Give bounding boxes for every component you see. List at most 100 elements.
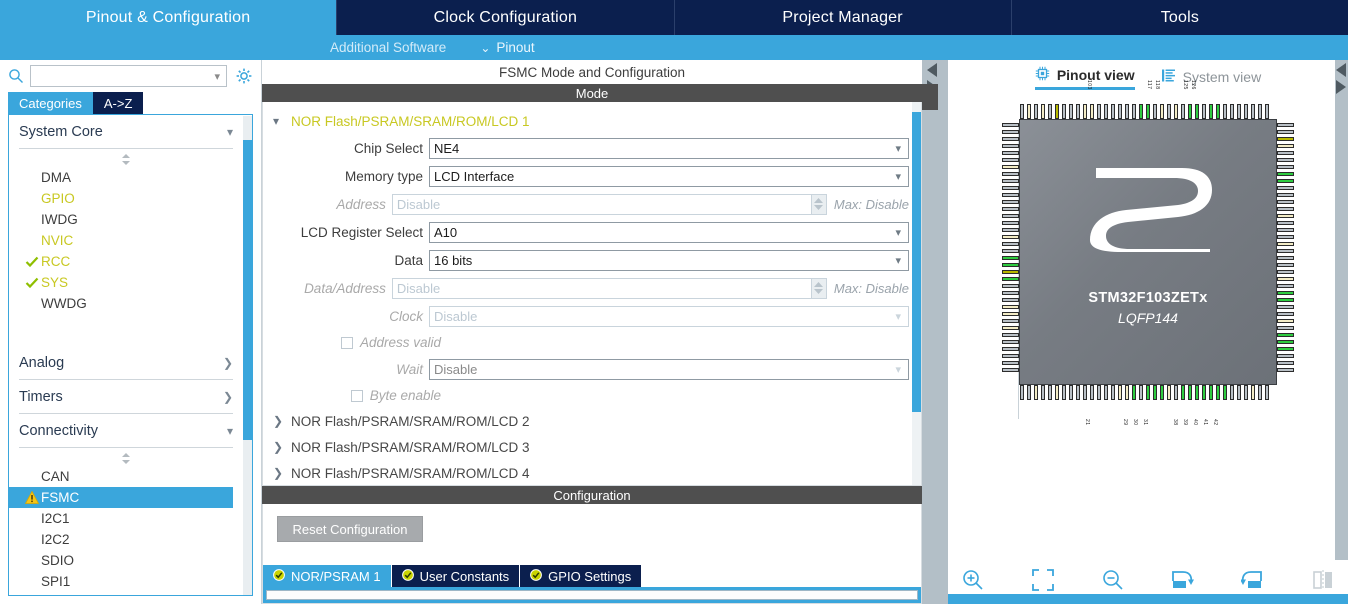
chip-pin[interactable] xyxy=(1188,385,1192,400)
chip-pin[interactable] xyxy=(1118,104,1122,119)
chip-pin[interactable] xyxy=(1002,326,1019,330)
horizontal-scrollbar[interactable] xyxy=(263,587,921,603)
chip-pin[interactable] xyxy=(1041,385,1045,400)
chip-pin[interactable] xyxy=(1002,333,1019,337)
chip-pin[interactable] xyxy=(1244,385,1248,400)
sidebar-item-iwdg[interactable]: IWDG xyxy=(19,209,233,230)
pinout-scrollbar[interactable] xyxy=(1335,60,1348,560)
chip-pin[interactable] xyxy=(1223,104,1227,119)
chip-pin[interactable] xyxy=(1069,385,1073,400)
chevron-down-icon[interactable]: ▾ xyxy=(214,70,220,83)
chip-pin[interactable] xyxy=(1174,104,1178,119)
chip-pin[interactable] xyxy=(1020,104,1024,119)
pin-row-top[interactable] xyxy=(1020,104,1272,119)
chip-pin[interactable] xyxy=(1002,256,1019,260)
search-combobox[interactable]: ▾ xyxy=(30,65,227,87)
chip-pin[interactable] xyxy=(1237,104,1241,119)
chip-pin[interactable] xyxy=(1167,385,1171,400)
tab-gpio-settings[interactable]: GPIO Settings xyxy=(520,565,643,587)
chip-pin[interactable] xyxy=(1062,104,1066,119)
scrollbar-thumb[interactable] xyxy=(912,112,921,412)
chip-pin[interactable] xyxy=(1002,361,1019,365)
chip-pin[interactable] xyxy=(1277,207,1294,211)
chip-pin[interactable] xyxy=(1090,104,1094,119)
chip-pin[interactable] xyxy=(1002,228,1019,232)
chip-pin[interactable] xyxy=(1076,104,1080,119)
flip-button[interactable] xyxy=(1310,569,1336,595)
section-nor-lcd-3[interactable]: ❯ NOR Flash/PSRAM/SRAM/ROM/LCD 3 xyxy=(263,434,921,460)
chip-pin[interactable] xyxy=(1002,158,1019,162)
chip-pin[interactable] xyxy=(1153,104,1157,119)
group-header-system-core[interactable]: System Core ▾ xyxy=(19,115,233,149)
chip-pin[interactable] xyxy=(1160,385,1164,400)
chip-pin[interactable] xyxy=(1139,385,1143,400)
chip-pin[interactable] xyxy=(1277,326,1294,330)
chip-pin[interactable] xyxy=(1104,385,1108,400)
chip-pin[interactable] xyxy=(1195,104,1199,119)
group-header-timers[interactable]: Timers ❯ xyxy=(19,380,233,414)
tab-project-manager[interactable]: Project Manager xyxy=(675,0,1012,35)
chip-pin[interactable] xyxy=(1002,130,1019,134)
chip-pin[interactable] xyxy=(1277,263,1294,267)
chip-pin[interactable] xyxy=(1002,305,1019,309)
chip-pin[interactable] xyxy=(1251,385,1255,400)
chip-pin[interactable] xyxy=(1277,340,1294,344)
chip-pin[interactable] xyxy=(1277,361,1294,365)
chip-pin[interactable] xyxy=(1002,277,1019,281)
chip-pin[interactable] xyxy=(1125,385,1129,400)
chip-pin[interactable] xyxy=(1002,298,1019,302)
sidebar-item-spi1[interactable]: SPI1 xyxy=(19,571,233,592)
chip-pin[interactable] xyxy=(1069,104,1073,119)
chip-pin[interactable] xyxy=(1002,291,1019,295)
chip-pin[interactable] xyxy=(1002,270,1019,274)
tab-a-to-z[interactable]: A->Z xyxy=(92,92,144,114)
chip-pin[interactable] xyxy=(1277,214,1294,218)
rotate-left-button[interactable] xyxy=(1240,569,1266,595)
chip-pin[interactable] xyxy=(1277,144,1294,148)
chip-pin[interactable] xyxy=(1153,385,1157,400)
chip-pin[interactable] xyxy=(1002,186,1019,190)
chip-pin[interactable] xyxy=(1277,242,1294,246)
chip-canvas[interactable]: 103 117 118 125 126 21 29 30 31 38 39 40… xyxy=(948,80,1348,560)
chip-pin[interactable] xyxy=(1277,130,1294,134)
section-nor-lcd-4[interactable]: ❯ NOR Flash/PSRAM/SRAM/ROM/LCD 4 xyxy=(263,460,921,485)
chip-pin[interactable] xyxy=(1027,104,1031,119)
chip-pin[interactable] xyxy=(1277,319,1294,323)
menu-pinout[interactable]: ⌄ Pinout xyxy=(480,40,534,55)
chip-pin[interactable] xyxy=(1083,385,1087,400)
sidebar-item-i2c1[interactable]: I2C1 xyxy=(19,508,233,529)
chip-pin[interactable] xyxy=(1002,284,1019,288)
chip-pin[interactable] xyxy=(1048,385,1052,400)
chip-pin[interactable] xyxy=(1277,186,1294,190)
chip-pin[interactable] xyxy=(1083,104,1087,119)
chip-pin[interactable] xyxy=(1277,249,1294,253)
chip-pin[interactable] xyxy=(1090,385,1094,400)
chip-pin[interactable] xyxy=(1202,385,1206,400)
rotate-right-button[interactable] xyxy=(1170,569,1196,595)
chip-pin[interactable] xyxy=(1265,104,1269,119)
chip-pin[interactable] xyxy=(1111,104,1115,119)
chip-pin[interactable] xyxy=(1002,235,1019,239)
scrollbar-thumb[interactable] xyxy=(243,140,252,440)
tab-pinout-configuration[interactable]: Pinout & Configuration xyxy=(0,0,338,35)
chip-pin[interactable] xyxy=(1277,256,1294,260)
sidebar-item-sdio[interactable]: SDIO xyxy=(19,550,233,571)
tab-user-constants[interactable]: User Constants xyxy=(391,565,521,587)
chip-pin[interactable] xyxy=(1167,104,1171,119)
chip-pin[interactable] xyxy=(1034,104,1038,119)
chip-pin[interactable] xyxy=(1277,193,1294,197)
chip-pin[interactable] xyxy=(1277,137,1294,141)
sidebar-item-wwdg[interactable]: WWDG xyxy=(19,293,233,314)
panel-splitter[interactable] xyxy=(922,60,948,604)
chip-pin[interactable] xyxy=(1277,200,1294,204)
sidebar-item-rcc[interactable]: RCC xyxy=(19,251,233,272)
chip-pin[interactable] xyxy=(1020,385,1024,400)
chip-pin[interactable] xyxy=(1251,104,1255,119)
chip-pin[interactable] xyxy=(1209,385,1213,400)
chip-pin[interactable] xyxy=(1216,385,1220,400)
zoom-out-button[interactable] xyxy=(1100,569,1126,595)
chip-pin[interactable] xyxy=(1002,165,1019,169)
fit-screen-button[interactable] xyxy=(1030,568,1056,595)
scroll-spinner-icon[interactable] xyxy=(19,151,233,167)
chip-pin[interactable] xyxy=(1002,193,1019,197)
